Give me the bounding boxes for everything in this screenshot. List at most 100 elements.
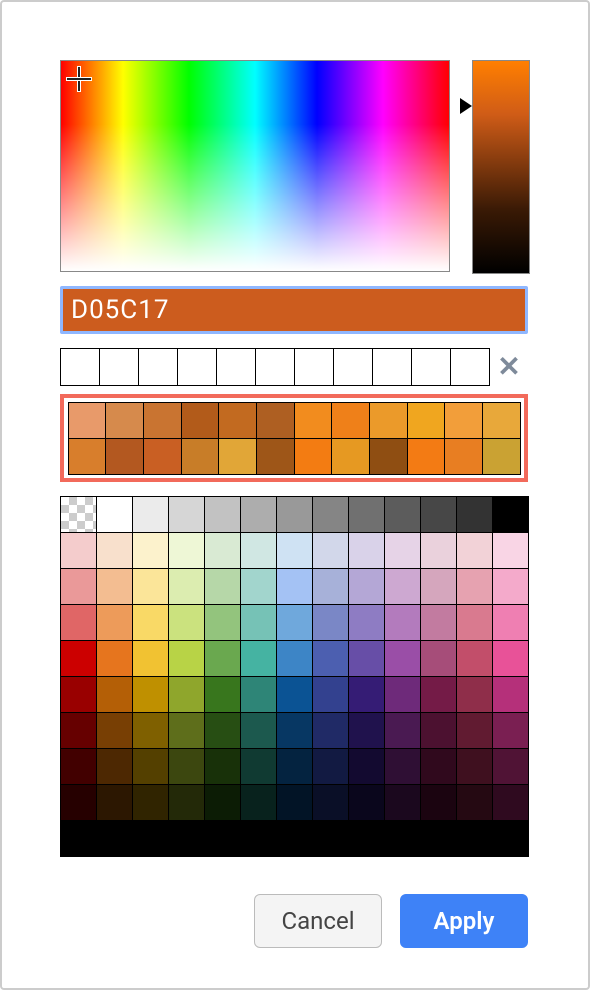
palette-swatch[interactable]	[132, 676, 169, 713]
palette-swatch[interactable]	[204, 784, 241, 821]
recent-swatch[interactable]	[451, 349, 489, 385]
palette-swatch[interactable]	[420, 532, 457, 569]
palette-swatch[interactable]	[240, 604, 277, 641]
palette-swatch[interactable]	[132, 640, 169, 677]
palette-swatch[interactable]	[312, 640, 349, 677]
palette-swatch[interactable]	[96, 496, 133, 533]
palette-swatch[interactable]	[132, 604, 169, 641]
palette-swatch[interactable]	[384, 748, 421, 785]
palette-swatch[interactable]	[96, 568, 133, 605]
palette-swatch[interactable]	[348, 748, 385, 785]
palette-swatch[interactable]	[132, 748, 169, 785]
suggested-swatch[interactable]	[482, 438, 521, 475]
suggested-swatch[interactable]	[218, 438, 257, 475]
palette-swatch[interactable]	[240, 784, 277, 821]
palette-swatch[interactable]	[420, 820, 457, 857]
palette-swatch[interactable]	[276, 784, 313, 821]
palette-swatch[interactable]	[168, 784, 205, 821]
palette-swatch[interactable]	[240, 496, 277, 533]
palette-swatch[interactable]	[492, 532, 529, 569]
recent-swatch[interactable]	[256, 349, 295, 385]
palette-swatch[interactable]	[60, 784, 97, 821]
palette-swatch[interactable]	[312, 748, 349, 785]
palette-swatch[interactable]	[348, 568, 385, 605]
palette-swatch[interactable]	[456, 712, 493, 749]
palette-swatch[interactable]	[384, 784, 421, 821]
palette-swatch[interactable]	[204, 532, 241, 569]
palette-swatch[interactable]	[168, 676, 205, 713]
palette-swatch[interactable]	[132, 568, 169, 605]
palette-swatch[interactable]	[492, 748, 529, 785]
palette-swatch[interactable]	[492, 496, 529, 533]
palette-swatch[interactable]	[96, 820, 133, 857]
palette-swatch[interactable]	[492, 568, 529, 605]
palette-swatch[interactable]	[384, 532, 421, 569]
suggested-swatch[interactable]	[482, 402, 521, 439]
palette-swatch[interactable]	[492, 604, 529, 641]
palette-swatch[interactable]	[420, 496, 457, 533]
palette-swatch[interactable]	[276, 568, 313, 605]
suggested-swatch[interactable]	[331, 438, 370, 475]
palette-swatch[interactable]	[96, 712, 133, 749]
suggested-swatch[interactable]	[105, 402, 144, 439]
palette-swatch[interactable]	[492, 676, 529, 713]
palette-swatch[interactable]	[348, 820, 385, 857]
cancel-button[interactable]: Cancel	[254, 894, 382, 948]
recent-swatch[interactable]	[373, 349, 412, 385]
palette-swatch[interactable]	[420, 568, 457, 605]
palette-swatch[interactable]	[420, 604, 457, 641]
palette-swatch[interactable]	[60, 820, 97, 857]
palette-swatch[interactable]	[348, 640, 385, 677]
palette-swatch[interactable]	[60, 676, 97, 713]
palette-swatch[interactable]	[204, 640, 241, 677]
palette-swatch[interactable]	[204, 496, 241, 533]
suggested-swatch[interactable]	[444, 402, 483, 439]
palette-swatch[interactable]	[132, 496, 169, 533]
suggested-swatch[interactable]	[294, 438, 333, 475]
palette-swatch[interactable]	[96, 604, 133, 641]
suggested-swatch[interactable]	[294, 402, 333, 439]
suggested-swatch[interactable]	[218, 402, 257, 439]
palette-swatch[interactable]	[96, 748, 133, 785]
palette-swatch[interactable]	[96, 676, 133, 713]
recent-swatch[interactable]	[100, 349, 139, 385]
suggested-swatch[interactable]	[181, 438, 220, 475]
suggested-swatch[interactable]	[143, 438, 182, 475]
palette-swatch[interactable]	[168, 568, 205, 605]
recent-swatch[interactable]	[61, 349, 100, 385]
palette-swatch[interactable]	[456, 676, 493, 713]
palette-swatch[interactable]	[420, 784, 457, 821]
palette-swatch[interactable]	[168, 748, 205, 785]
palette-swatch[interactable]	[60, 748, 97, 785]
palette-swatch[interactable]	[276, 496, 313, 533]
palette-swatch[interactable]	[276, 748, 313, 785]
palette-swatch[interactable]	[456, 568, 493, 605]
palette-swatch[interactable]	[60, 640, 97, 677]
palette-swatch[interactable]	[312, 496, 349, 533]
recent-swatch[interactable]	[139, 349, 178, 385]
palette-swatch[interactable]	[384, 604, 421, 641]
suggested-swatch[interactable]	[68, 438, 107, 475]
palette-swatch[interactable]	[204, 820, 241, 857]
suggested-swatch[interactable]	[407, 402, 446, 439]
palette-swatch[interactable]	[96, 640, 133, 677]
palette-swatch[interactable]	[240, 820, 277, 857]
palette-swatch[interactable]	[312, 676, 349, 713]
palette-swatch[interactable]	[240, 532, 277, 569]
suggested-swatch[interactable]	[105, 438, 144, 475]
recent-swatch[interactable]	[178, 349, 217, 385]
suggested-swatch[interactable]	[369, 438, 408, 475]
palette-swatch[interactable]	[168, 640, 205, 677]
suggested-swatch[interactable]	[181, 402, 220, 439]
palette-swatch[interactable]	[168, 820, 205, 857]
palette-swatch[interactable]	[384, 712, 421, 749]
palette-swatch[interactable]	[420, 676, 457, 713]
palette-swatch[interactable]	[60, 532, 97, 569]
recent-swatch[interactable]	[217, 349, 256, 385]
palette-swatch[interactable]	[312, 568, 349, 605]
palette-swatch[interactable]	[312, 532, 349, 569]
palette-swatch[interactable]	[456, 820, 493, 857]
palette-swatch[interactable]	[204, 712, 241, 749]
suggested-swatch[interactable]	[444, 438, 483, 475]
palette-swatch[interactable]	[132, 784, 169, 821]
